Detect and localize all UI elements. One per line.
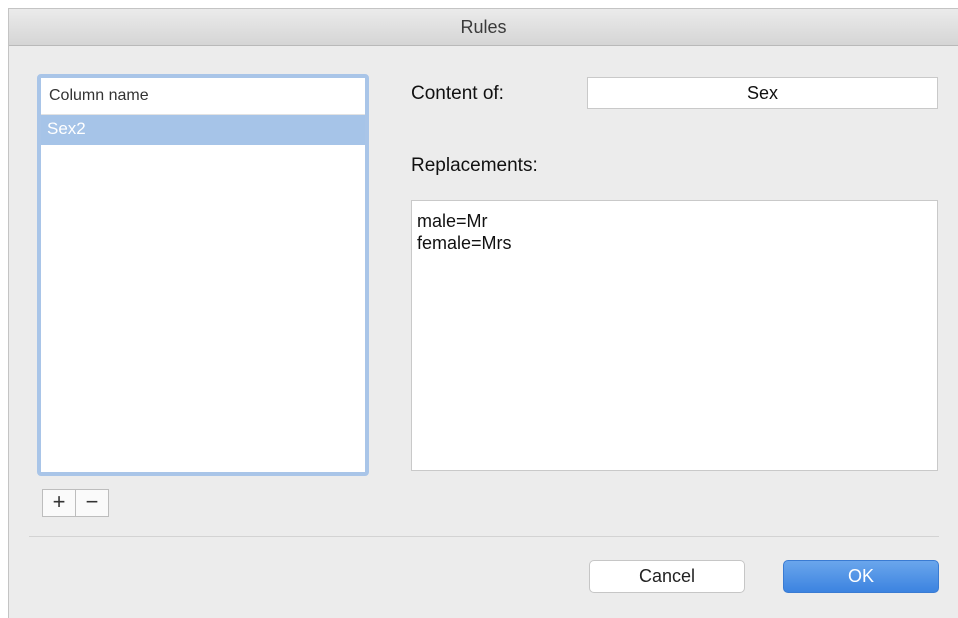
dialog-title: Rules xyxy=(9,9,958,46)
replacement-line: female=Mrs xyxy=(417,233,512,253)
cancel-button[interactable]: Cancel xyxy=(589,560,745,593)
column-list-header: Column name xyxy=(41,78,365,115)
replacements-textarea[interactable]: male=Mr female=Mrs xyxy=(411,200,938,471)
replacement-line: male=Mr xyxy=(417,211,488,231)
replacements-label: Replacements: xyxy=(411,155,538,176)
rules-dialog: Rules Column name Sex2 + − Content of: S… xyxy=(8,8,958,618)
content-of-label: Content of: xyxy=(411,83,504,104)
add-column-button[interactable]: + xyxy=(42,489,76,517)
list-item-sex2[interactable]: Sex2 xyxy=(41,115,365,145)
column-list[interactable]: Column name Sex2 xyxy=(37,74,369,476)
remove-column-button[interactable]: − xyxy=(75,489,109,517)
content-of-field[interactable]: Sex xyxy=(587,77,938,109)
footer-divider xyxy=(29,536,939,537)
ok-button[interactable]: OK xyxy=(783,560,939,593)
